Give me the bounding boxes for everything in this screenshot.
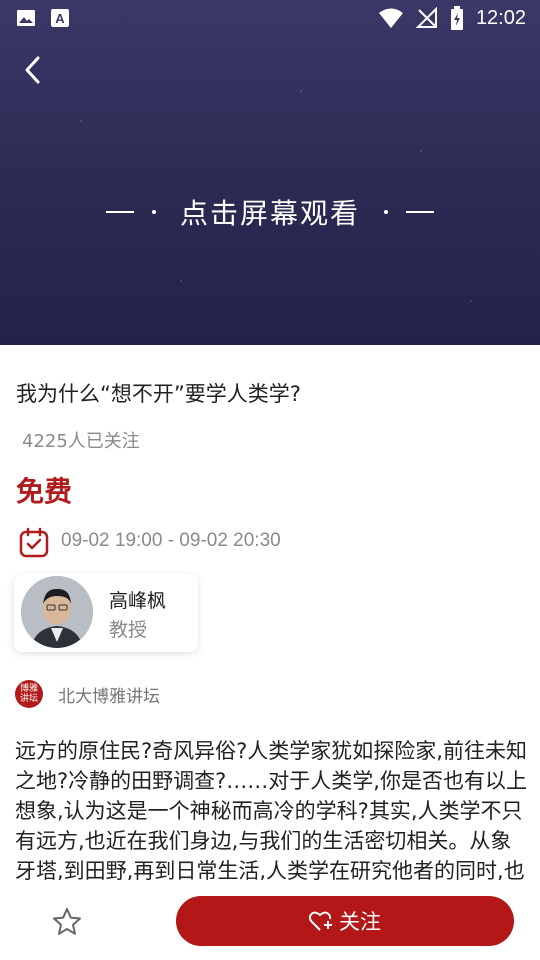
lecturer-card[interactable]: 高峰枫 教授 [14, 574, 198, 652]
play-prompt[interactable]: 点击屏幕观看 [0, 192, 540, 232]
background-speck [300, 90, 302, 92]
course-title: 我为什么“想不开”要学人类学? [16, 382, 301, 406]
organizer-logo[interactable]: 博雅讲坛 [15, 680, 43, 708]
background-speck [420, 150, 422, 152]
wifi-icon [378, 8, 403, 28]
decor-dot [151, 210, 156, 214]
battery-icon [450, 6, 463, 30]
follow-button-label: 关注 [339, 911, 381, 934]
image-icon [17, 10, 35, 26]
price-label: 免费 [16, 475, 73, 508]
follower-count: 4225人已关注 [22, 431, 140, 452]
lecturer-title: 教授 [109, 619, 148, 641]
heart-plus-icon [309, 911, 332, 931]
decor-dash [406, 211, 434, 213]
lecturer-photo [21, 576, 93, 648]
decor-dot [384, 210, 388, 214]
status-time: 12:02 [475, 6, 526, 29]
star-icon[interactable] [52, 907, 82, 937]
follow-button[interactable]: 关注 [176, 896, 514, 946]
no-signal-icon [415, 7, 437, 28]
decor-dash [105, 211, 134, 213]
event-datetime: 09-02 19:00 - 09-02 20:30 [61, 530, 281, 551]
background-speck [470, 300, 472, 302]
calendar-icon [19, 527, 49, 558]
lecturer-name: 高峰枫 [109, 590, 167, 612]
organizer-logo-text: 博雅讲坛 [19, 684, 38, 704]
play-prompt-label: 点击屏幕观看 [179, 197, 360, 230]
lecturer-avatar [21, 576, 93, 648]
video-player[interactable]: A 12:02 点击屏幕观看 [0, 0, 540, 345]
course-description: 远方的原住民?奇风异俗?人类学家犹如探险家,前往未知之地?冷静的田野调查?……对… [15, 739, 527, 880]
back-icon[interactable] [20, 54, 48, 86]
background-speck [80, 120, 82, 122]
background-speck [180, 280, 182, 282]
status-bar: A 12:02 [0, 0, 540, 36]
svg-text:A: A [55, 11, 65, 26]
a-icon: A [51, 9, 69, 27]
organizer-name[interactable]: 北大博雅讲坛 [58, 682, 160, 707]
